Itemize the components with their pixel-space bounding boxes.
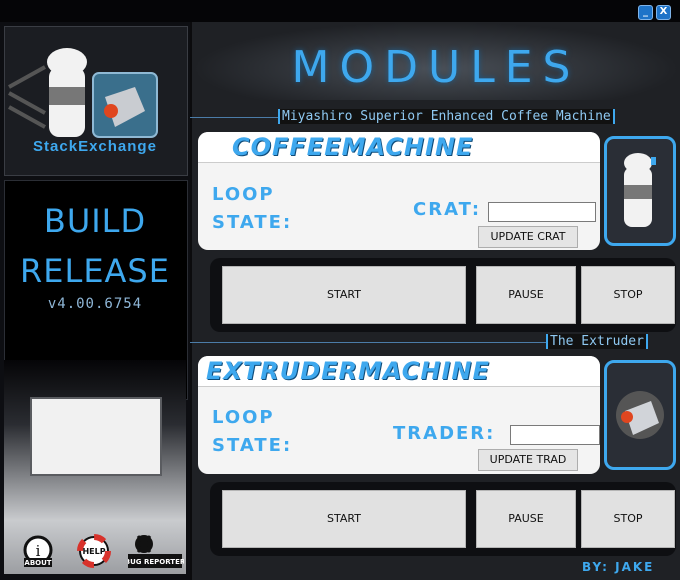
svg-text:i: i (36, 542, 41, 560)
section-label-coffee: Miyashiro Superior Enhanced Coffee Machi… (278, 109, 615, 124)
crat-input[interactable] (488, 202, 596, 222)
crat-label: CRAT: (413, 199, 482, 220)
logo-text: StackExchange (33, 138, 157, 155)
loop-label: LOOP (212, 184, 275, 205)
extruder-title: EXTRUDERMACHINE (206, 357, 490, 385)
extruder-thumbnail (604, 360, 676, 470)
coffee-pause-button[interactable]: PAUSE (476, 266, 576, 324)
about-label: ABOUT (24, 559, 51, 567)
minimize-button[interactable]: _ (638, 5, 653, 20)
update-crat-button[interactable]: UPDATE CRAT (478, 226, 578, 248)
state-label: STATE: (212, 435, 293, 456)
byline: BY: JAKE (582, 560, 655, 574)
coffee-stop-button[interactable]: STOP (581, 266, 675, 324)
coffee-title: COFFEEMACHINE (232, 133, 474, 161)
state-label: STATE: (212, 212, 293, 233)
extruder-stop-button[interactable]: STOP (581, 490, 675, 548)
section-divider (190, 117, 278, 118)
trader-label: TRADER: (393, 423, 496, 444)
help-label: HELP (82, 547, 105, 556)
close-button[interactable]: X (656, 5, 671, 20)
bug-reporter-label: BUG REPORTER (128, 558, 184, 566)
version-label: v4.00.6754 (47, 296, 143, 312)
help-icon[interactable]: HELP (76, 533, 112, 573)
coffee-machine-logo-icon (8, 48, 158, 138)
section-label-extruder: The Extruder (546, 334, 648, 349)
title-bar (0, 0, 680, 22)
update-trad-button[interactable]: UPDATE TRAD (478, 449, 578, 471)
coffee-machine-icon (624, 153, 656, 227)
page-title: MODULES (291, 42, 581, 93)
trader-input[interactable] (510, 425, 600, 445)
loop-label: LOOP (212, 407, 275, 428)
build-line2: RELEASE (20, 252, 170, 290)
bug-reporter-icon[interactable]: BUG REPORTER (125, 530, 186, 576)
preview-box (30, 397, 162, 476)
coffee-thumbnail (604, 136, 676, 246)
build-line1: BUILD (43, 202, 147, 240)
extruder-pause-button[interactable]: PAUSE (476, 490, 576, 548)
about-icon[interactable]: i ABOUT (20, 534, 56, 574)
extruder-icon (616, 391, 664, 439)
section-divider (190, 342, 546, 343)
coffee-start-button[interactable]: START (222, 266, 466, 324)
extruder-start-button[interactable]: START (222, 490, 466, 548)
